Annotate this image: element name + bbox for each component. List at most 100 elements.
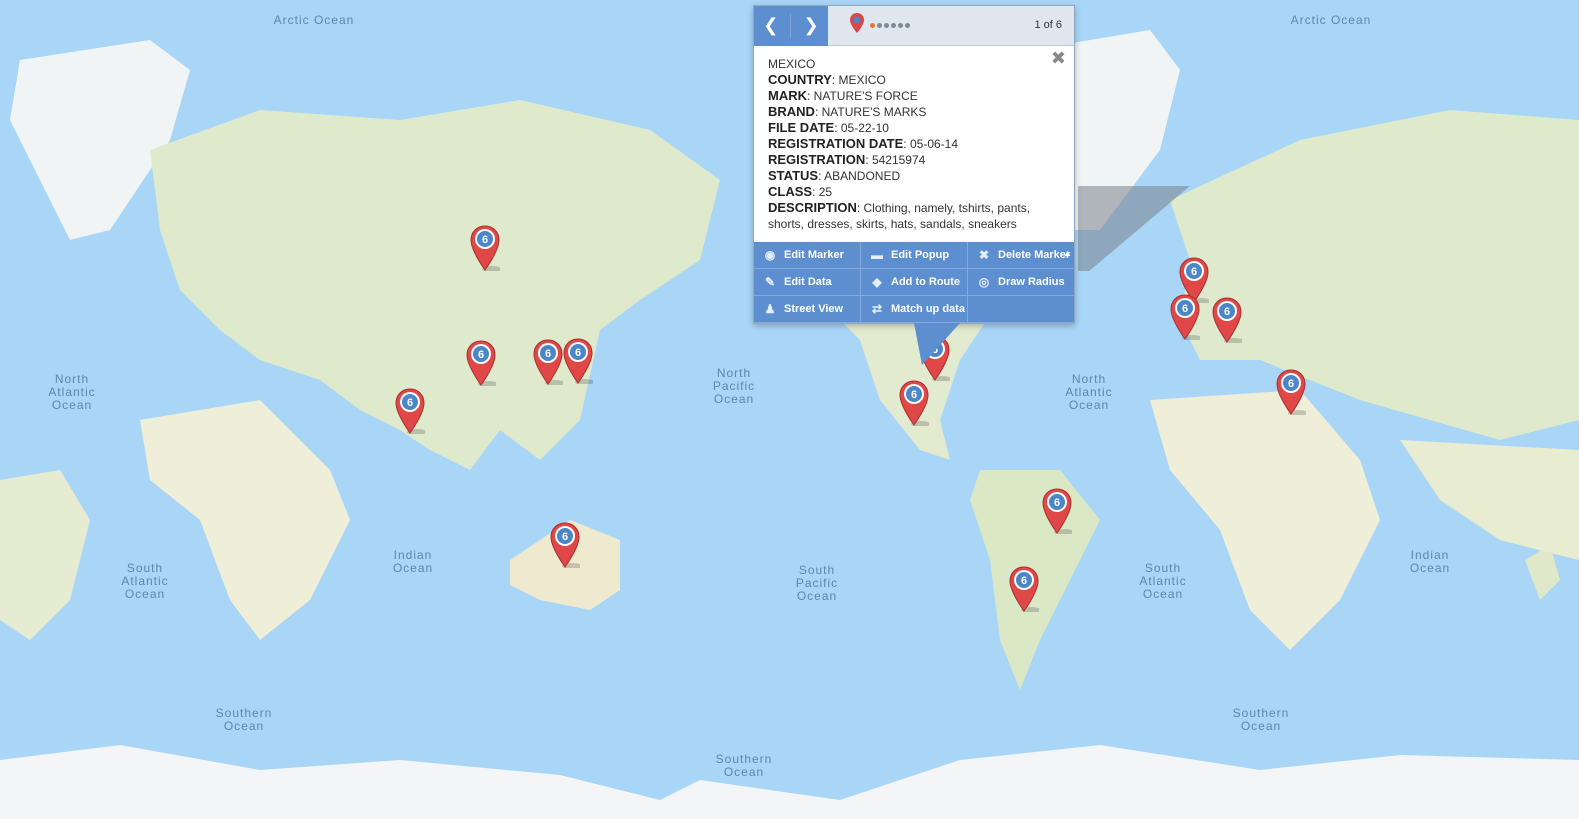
draw-radius-button[interactable]: ◎ Draw Radius [968,269,1074,296]
ocean-label-southern-ocean-right: Southern Ocean [1232,706,1290,733]
delete-marker-button[interactable]: ✖ Delete Marker [968,242,1074,269]
action-label: Delete Marker [998,249,1071,261]
ocean-label-south-atlantic-right: South Atlantic Ocean [1139,561,1187,601]
field-value: 54215974 [871,153,926,167]
field-label: FILE DATE [768,120,835,135]
marker-pin-icon [850,13,864,38]
edit-marker-button[interactable]: ◉ Edit Marker [754,242,861,269]
page-dot[interactable] [870,23,875,28]
ocean-label-south-pacific: South Pacific Ocean [795,563,839,603]
close-icon[interactable]: ✖ [1051,49,1066,67]
action-cell-empty [968,296,1074,323]
field-value: NATURE'S FORCE [813,89,918,103]
map-marker[interactable]: 6 [466,340,496,386]
page-dot[interactable] [891,23,896,28]
map-marker[interactable]: 6 [395,388,425,434]
map-marker[interactable]: 6 [899,380,929,426]
map-marker[interactable]: 6 [1042,488,1072,534]
marker-count-label: 6 [407,397,413,409]
pegman-icon: ♟ [764,302,776,316]
field-separator: : [814,105,822,119]
action-label: Street View [784,303,844,315]
field-separator: : [865,153,872,167]
field-value: 05-06-14 [909,137,959,151]
street-view-button[interactable]: ♟ Street View [754,296,861,323]
map-marker[interactable]: 6 [563,338,593,384]
marker-count-label: 6 [1054,497,1060,509]
map-marker[interactable]: 6 [1009,566,1039,612]
field-row-class: CLASS: 25 [768,184,1060,200]
field-separator: : [834,121,841,135]
marker-popup: ❮ ❯ 1 of 6 ✖ MEXICO COUNTRY: MEXICO MARK:… [753,5,1075,365]
action-label: Edit Data [784,276,832,288]
map-pin-icon: 6 [1042,488,1072,534]
popup-title: MEXICO [768,57,816,71]
field-separator: : [812,185,819,199]
link-icon: ⇄ [871,302,883,316]
field-value: 25 [818,185,833,199]
marker-count-label: 6 [478,349,484,361]
map-marker[interactable]: 6 [1212,297,1242,343]
field-row-registration: REGISTRATION: 54215974 [768,152,1060,168]
page-dot[interactable] [898,23,903,28]
chevron-left-icon: ❮ [763,15,779,35]
field-label: MARK [768,88,807,103]
page-counter: 1 of 6 [1034,19,1062,31]
ocean-label-north-atlantic-left: North Atlantic Ocean [48,372,96,412]
previous-button[interactable]: ❮ [757,12,785,40]
page-dot[interactable] [905,23,910,28]
field-row-registration-date: REGISTRATION DATE: 05-06-14 [768,136,1060,152]
marker-count-label: 6 [1224,306,1230,318]
field-value: ABANDONED [824,169,901,183]
map-marker[interactable]: 6 [470,225,500,271]
field-label: STATUS [768,168,819,183]
ocean-label-southern-ocean-mid: Southern Ocean [715,752,773,779]
popup-nav: ❮ ❯ [754,5,828,46]
collapse-icon[interactable]: ▲ [1063,248,1072,258]
field-row-status: STATUS: ABANDONED [768,168,1060,184]
delete-circle-icon: ✖ [978,248,990,262]
map-pin-icon: 6 [550,522,580,568]
page-dot[interactable] [877,23,882,28]
marker-count-label: 6 [1182,303,1188,315]
ocean-label-arctic-ocean-left: Arctic Ocean [273,13,355,27]
ocean-label-indian-ocean-left: Indian Ocean [392,548,434,575]
marker-count-label: 6 [1191,266,1197,278]
ocean-label-north-pacific: North Pacific Ocean [712,366,756,406]
field-separator: : [856,201,864,215]
edit-data-button[interactable]: ✎ Edit Data [754,269,861,296]
popup-header: ❮ ❯ 1 of 6 [754,5,1074,46]
page-dot[interactable] [884,23,889,28]
add-to-route-button[interactable]: ◆ Add to Route [861,269,968,296]
page-dots [870,23,910,28]
next-button[interactable]: ❯ [797,12,825,40]
field-value: MEXICO [838,73,886,87]
field-label: REGISTRATION [768,152,866,167]
map-pin-icon: 6 [899,380,929,426]
route-diamond-icon: ◆ [872,275,882,289]
map-marker[interactable]: 6 [1276,369,1306,415]
field-label: DESCRIPTION [768,200,857,215]
action-label: Edit Popup [891,249,950,261]
map-pin-icon: 6 [533,339,563,385]
marker-count-label: 6 [1288,378,1294,390]
field-label: REGISTRATION DATE [768,136,904,151]
pencil-icon: ✎ [764,275,776,289]
marker-count-label: 6 [545,348,551,360]
ocean-label-north-atlantic-right: North Atlantic Ocean [1065,372,1113,412]
ocean-label-arctic-ocean-right: Arctic Ocean [1290,13,1372,27]
ocean-label-southern-ocean-left: Southern Ocean [215,706,273,733]
marker-count-label: 6 [1021,575,1027,587]
field-row-file-date: FILE DATE: 05-22-10 [768,120,1060,136]
match-up-data-button[interactable]: ⇄ Match up data [861,296,968,323]
map-marker[interactable]: 6 [1170,294,1200,340]
popup-content: ✖ MEXICO COUNTRY: MEXICO MARK: NATURE'S F… [754,46,1074,242]
ocean-label-south-atlantic-left: South Atlantic Ocean [121,561,169,601]
field-label: CLASS [768,184,813,199]
map-pin-icon: 6 [1170,294,1200,340]
edit-popup-button[interactable]: ▬ Edit Popup [861,242,968,269]
map-marker[interactable]: 6 [550,522,580,568]
field-separator: : [807,89,814,103]
map-marker[interactable]: 6 [533,339,563,385]
action-label: Draw Radius [998,276,1065,288]
